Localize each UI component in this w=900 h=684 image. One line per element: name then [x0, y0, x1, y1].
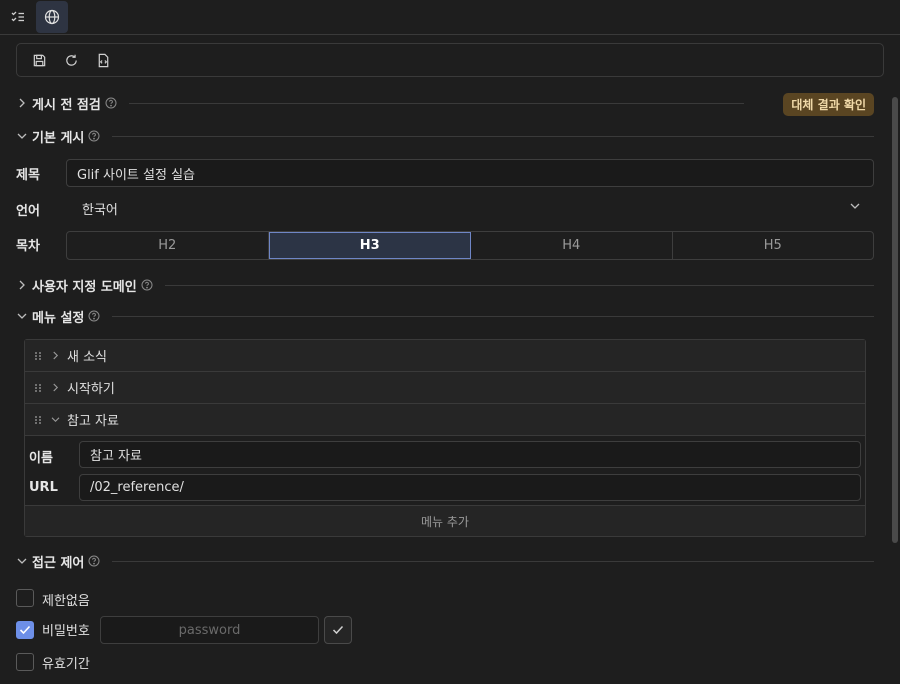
chevron-down-icon [16, 312, 28, 320]
confirm-password-button[interactable] [324, 616, 352, 644]
menu-url-input[interactable] [79, 474, 861, 501]
section-title: 접근 제어 [32, 555, 85, 571]
password-checkbox[interactable] [16, 621, 34, 639]
fallback-check-badge[interactable]: 대체 결과 확인 [783, 93, 874, 116]
top-tab-bar [0, 0, 900, 35]
scrollbar[interactable] [890, 35, 900, 684]
section-title: 기본 게시 [32, 130, 85, 146]
no-restriction-label: 제한없음 [42, 594, 90, 609]
scrollbar-thumb[interactable] [892, 97, 898, 543]
section-title: 메뉴 설정 [32, 310, 85, 326]
section-access-control[interactable]: 접근 제어 [16, 550, 874, 572]
menu-name-label: 이름 [29, 451, 53, 466]
section-divider [128, 102, 744, 104]
check-icon [19, 625, 31, 635]
drag-handle-icon[interactable] [31, 383, 45, 393]
chevron-right-icon[interactable] [49, 383, 61, 392]
title-input[interactable] [66, 159, 874, 187]
help-icon[interactable] [88, 310, 100, 322]
toc-option-h3[interactable]: H3 [268, 232, 471, 259]
expiry-checkbox[interactable] [16, 653, 34, 671]
section-title: 게시 전 점검 [32, 97, 101, 113]
save-icon [32, 53, 47, 68]
chevron-right-icon [16, 280, 28, 290]
password-input[interactable] [100, 616, 319, 644]
menu-item-label: 참고 자료 [67, 414, 119, 429]
help-icon[interactable] [88, 130, 100, 142]
menu-item-label: 시작하기 [67, 382, 115, 397]
section-basic[interactable]: 기본 게시 [16, 125, 874, 147]
menu-list: 새 소식 시작하기 참고 자료 이름 URL 메뉴 추가 [24, 339, 866, 537]
section-precheck[interactable]: 게시 전 점검 [16, 92, 874, 114]
no-restriction-checkbox[interactable] [16, 589, 34, 607]
title-label: 제목 [16, 168, 40, 183]
toc-segmented-control: H2 H3 H4 H5 [66, 231, 874, 260]
language-select[interactable]: 한국어 [66, 195, 874, 221]
language-label: 언어 [16, 204, 40, 219]
menu-item[interactable]: 새 소식 [25, 340, 865, 372]
section-menu[interactable]: 메뉴 설정 [16, 305, 874, 327]
toc-option-h4[interactable]: H4 [471, 232, 673, 259]
chevron-down-icon [16, 132, 28, 140]
refresh-icon [64, 53, 79, 68]
drag-handle-icon[interactable] [31, 415, 45, 425]
toolbar [16, 43, 884, 77]
toc-option-h2[interactable]: H2 [67, 232, 269, 259]
add-menu-button[interactable]: 메뉴 추가 [25, 505, 865, 536]
help-icon[interactable] [141, 279, 153, 291]
section-divider [164, 284, 874, 286]
section-divider [112, 135, 874, 137]
language-value: 한국어 [82, 202, 118, 218]
help-icon[interactable] [88, 555, 100, 567]
toc-option-h5[interactable]: H5 [673, 232, 874, 259]
globe-icon [44, 9, 60, 25]
toc-label: 목차 [16, 239, 40, 254]
file-code-icon [96, 53, 111, 68]
chevron-down-icon [16, 557, 28, 565]
save-button[interactable] [23, 46, 55, 74]
chevron-down-icon[interactable] [49, 416, 61, 423]
settings-panel: 게시 전 점검 대체 결과 확인 기본 게시 제목 언어 한국어 목차 H2 H… [0, 35, 890, 684]
check-icon [332, 625, 344, 635]
help-icon[interactable] [105, 97, 117, 109]
section-custom-domain[interactable]: 사용자 지정 도메인 [16, 274, 874, 296]
chevron-right-icon[interactable] [49, 351, 61, 360]
password-label: 비밀번호 [42, 624, 90, 639]
export-code-button[interactable] [87, 46, 119, 74]
menu-item-label: 새 소식 [67, 350, 108, 365]
section-divider [112, 560, 874, 562]
tab-globe[interactable] [36, 1, 68, 33]
menu-url-label: URL [29, 480, 58, 495]
menu-name-input[interactable] [79, 441, 861, 468]
section-divider [112, 315, 874, 317]
drag-handle-icon[interactable] [31, 351, 45, 361]
tab-checklist[interactable] [2, 1, 34, 33]
reload-button[interactable] [55, 46, 87, 74]
expiry-label: 유효기간 [42, 657, 90, 672]
checklist-icon [10, 9, 26, 25]
chevron-down-icon [850, 202, 860, 210]
chevron-right-icon [16, 98, 28, 108]
section-title: 사용자 지정 도메인 [32, 279, 137, 295]
menu-item-expanded[interactable]: 참고 자료 [25, 404, 865, 436]
menu-item[interactable]: 시작하기 [25, 372, 865, 404]
